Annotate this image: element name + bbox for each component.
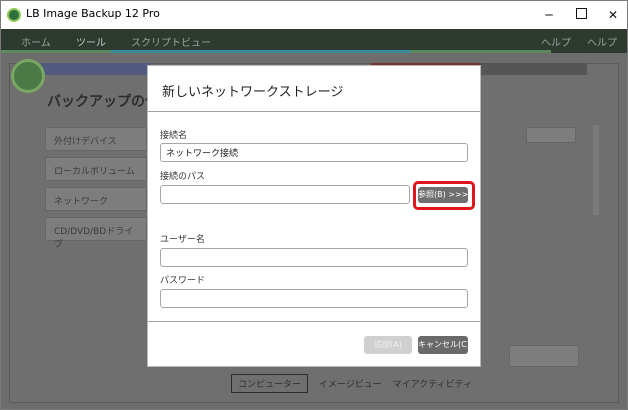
title-bar: LB Image Backup 12 Pro ─ ✕ — [1, 1, 627, 29]
list-item[interactable]: ローカルボリューム — [45, 157, 147, 181]
close-button[interactable]: ✕ — [597, 1, 627, 29]
maximize-button[interactable] — [565, 1, 597, 29]
add-button[interactable]: 追加(A) — [364, 336, 412, 354]
dialog-divider — [148, 321, 480, 322]
tab-my-activity[interactable]: マイアクティビティ — [393, 377, 472, 390]
list-item[interactable]: ネットワーク — [45, 187, 147, 211]
password-input[interactable] — [160, 289, 468, 308]
highlight-annotation — [413, 181, 475, 210]
menu-tools[interactable]: ツール — [76, 34, 106, 49]
password-label: パスワード — [160, 276, 206, 286]
background-button[interactable] — [526, 127, 576, 143]
ribbon-strip — [41, 63, 151, 75]
dialog-title: 新しいネットワークストレージ — [162, 85, 344, 100]
connection-path-input[interactable] — [160, 185, 410, 204]
username-label: ユーザー名 — [160, 235, 205, 245]
menu-home[interactable]: ホーム — [21, 34, 51, 49]
scrollbar[interactable] — [593, 125, 599, 215]
menu-bar: ホーム ツール スクリプトビュー ヘルプ ヘルプ — [1, 29, 627, 53]
menu-accent-bar — [1, 50, 111, 53]
minimize-button[interactable]: ─ — [533, 1, 565, 29]
app-window: LB Image Backup 12 Pro ─ ✕ ホーム ツール スクリプト… — [0, 0, 628, 410]
app-badge-icon — [11, 59, 45, 93]
app-logo-icon — [7, 8, 21, 22]
background-button[interactable] — [509, 345, 579, 367]
network-storage-dialog: 新しいネットワークストレージ 接続名 接続のパス 参照(B) >>> ユーザー名… — [147, 65, 481, 367]
dialog-header: 新しいネットワークストレージ — [148, 66, 480, 112]
menu-accent-bar — [111, 50, 411, 53]
cancel-button[interactable]: キャンセル(C) — [418, 336, 470, 354]
window-title: LB Image Backup 12 Pro — [26, 7, 160, 20]
connection-name-label: 接続名 — [160, 131, 188, 141]
menu-accent-bar — [411, 50, 551, 53]
list-item[interactable]: 外付けデバイス — [45, 127, 147, 151]
connection-name-input[interactable] — [160, 143, 468, 162]
menu-help-2[interactable]: ヘルプ — [587, 34, 617, 49]
ribbon-strip — [481, 63, 587, 75]
menu-script-view[interactable]: スクリプトビュー — [131, 34, 211, 49]
tab-image-view[interactable]: イメージビュー — [319, 377, 382, 390]
tab-computer[interactable]: コンピューター — [231, 374, 309, 393]
username-input[interactable] — [160, 248, 468, 267]
bottom-tab-bar: コンピューター イメージビュー マイアクティビティ — [231, 374, 480, 393]
list-item[interactable]: CD/DVD/BDドライブ — [45, 217, 147, 250]
menu-help-1[interactable]: ヘルプ — [541, 34, 571, 49]
background-heading: バックアップの作 — [47, 94, 159, 110]
connection-path-label: 接続のパス — [160, 172, 206, 182]
